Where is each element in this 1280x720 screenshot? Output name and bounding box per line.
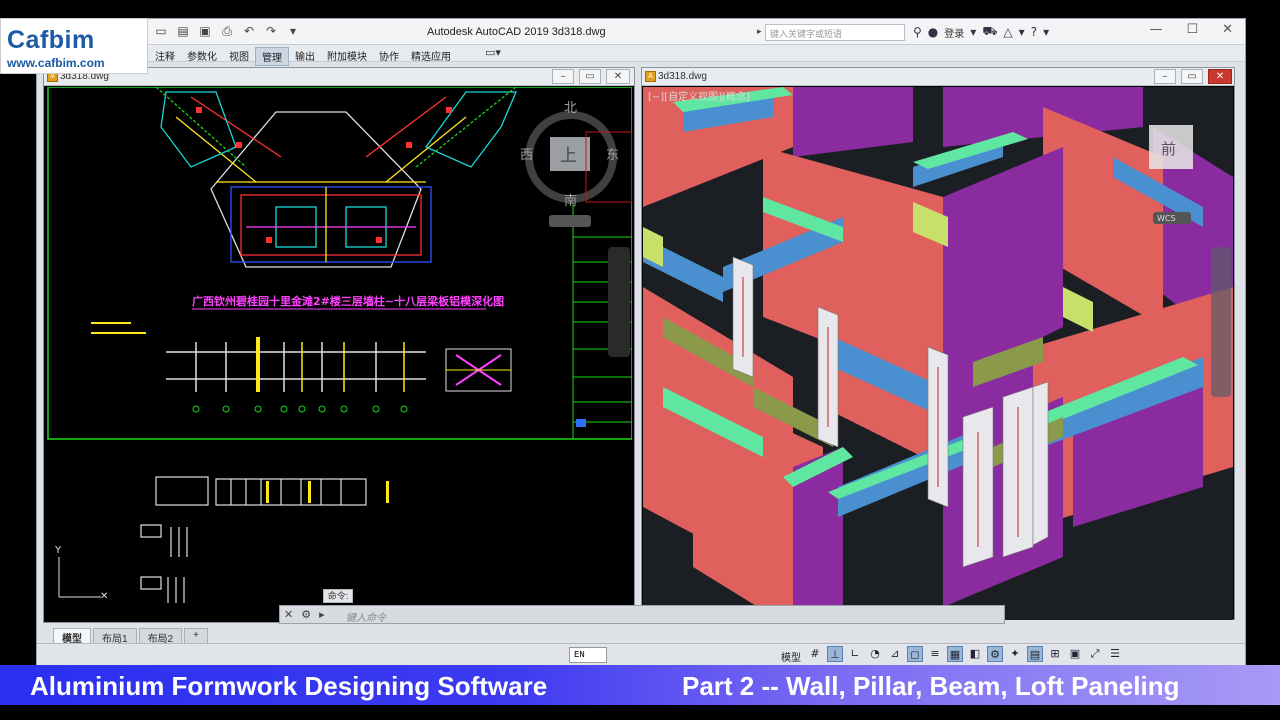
left-close-button[interactable]: ✕ (606, 69, 630, 84)
right-window-titlebar: A 3d318.dwg – ▭ ✕ (642, 68, 1234, 86)
right-drawing-window: A 3d318.dwg – ▭ ✕ [−][自定义视图][概念] 前 WCS (641, 67, 1235, 620)
command-buttons: ✕ ⚙ ▸ (284, 608, 325, 621)
lineweight-icon[interactable]: ≡ (927, 646, 943, 662)
banner-left-text: Aluminium Formwork Designing Software (30, 671, 548, 701)
snap-icon[interactable]: ⊥ (827, 646, 843, 662)
banner-right-text: Part 2 -- Wall, Pillar, Beam, Loft Panel… (682, 671, 1180, 701)
dropdown-icon[interactable]: ▾ (1019, 25, 1025, 39)
logo-name: Cafbim (7, 26, 95, 54)
open-file-icon[interactable]: ▤ (175, 23, 191, 39)
model-space-toggle[interactable]: 模型 (781, 649, 801, 664)
tab-featured-apps[interactable]: 精选应用 (405, 47, 457, 66)
ucs-y-label: Y (54, 545, 62, 556)
a360-icon[interactable]: △ (1003, 25, 1012, 39)
qat-dropdown-icon[interactable]: ▾ (285, 23, 301, 39)
customize-icon[interactable]: ⚙ (301, 608, 311, 621)
close-command-icon[interactable]: ✕ (284, 608, 293, 621)
help-icon[interactable]: ? (1031, 25, 1037, 39)
compass-north[interactable]: 北 (564, 101, 577, 116)
search-expand-icon[interactable]: ▸ (757, 26, 762, 37)
command-prompt-icon[interactable]: ▸ (319, 608, 325, 621)
customize-menu-icon[interactable]: ☰ (1107, 646, 1123, 662)
tab-output[interactable]: 输出 (289, 47, 321, 66)
user-icon[interactable]: ● (928, 25, 938, 39)
cart-icon[interactable]: ⛟ (982, 24, 997, 40)
transparency-icon[interactable]: ◧ (967, 646, 983, 662)
viewcube-top-label: 上 (560, 146, 577, 166)
status-bar: EN 模型 # ⊥ ∟ ◔ ⊿ ◻ ≡ ▦ ◧ ⚙ ✦ ▤ ⊞ ▣ ⤢ ☰ (37, 643, 1245, 665)
viewport-label[interactable]: [−][自定义视图][概念] (648, 90, 750, 103)
save-icon[interactable]: ▣ (197, 23, 213, 39)
close-button[interactable]: ✕ (1222, 22, 1233, 37)
command-input[interactable]: 键入命令 (346, 609, 386, 624)
ribbon-tabs: 注释 参数化 视图 管理 输出 附加模块 协作 精选应用 (149, 47, 457, 66)
left-maximize-button[interactable]: ▭ (579, 69, 601, 84)
right-minimize-button[interactable]: – (1154, 69, 1176, 84)
tab-annotate[interactable]: 注释 (149, 47, 181, 66)
minimize-button[interactable]: — (1149, 22, 1162, 37)
tab-addins[interactable]: 附加模块 (321, 47, 373, 66)
svg-text:✕: ✕ (100, 591, 108, 602)
quick-access-toolbar: ▭ ▤ ▣ ⎙ ↶ ↷ ▾ (153, 23, 301, 39)
tab-manage[interactable]: 管理 (255, 47, 289, 66)
left-minimize-button[interactable]: – (552, 69, 574, 84)
navigation-bar[interactable] (1211, 247, 1231, 397)
tab-parametric[interactable]: 参数化 (181, 47, 223, 66)
autocad-window: ▭ ▤ ▣ ⎙ ↶ ↷ ▾ Autodesk AutoCAD 2019 3d31… (36, 18, 1246, 665)
redo-icon[interactable]: ↷ (263, 23, 279, 39)
right-3d-canvas[interactable]: [−][自定义视图][概念] 前 WCS (643, 87, 1233, 620)
command-history: 命令: (323, 589, 353, 603)
cafbim-logo: Cafbim www.cafbim.com (0, 18, 148, 74)
right-close-button[interactable]: ✕ (1208, 69, 1232, 84)
command-line[interactable]: ✕ ⚙ ▸ 键入命令 (279, 605, 1005, 624)
maximize-button[interactable]: ☐ (1186, 22, 1198, 37)
left-drawing-window: A 3d318.dwg – ▭ ✕ 广西钦州碧桂园十里金滩2#楼三层墙柱~十八层… (43, 67, 635, 623)
ime-indicator[interactable]: EN (569, 647, 607, 663)
viewcube-face: 前 (1161, 140, 1176, 158)
tab-collaborate[interactable]: 协作 (373, 47, 405, 66)
drawing-title: 广西钦州碧桂园十里金滩2#楼三层墙柱~十八层梁板铝模深化图 (192, 294, 504, 308)
video-banner: Aluminium Formwork Designing Software Pa… (0, 665, 1280, 705)
login-button[interactable]: 登录 (944, 25, 964, 40)
grid-icon[interactable]: # (807, 646, 823, 662)
logo-url: www.cafbim.com (7, 56, 105, 70)
print-icon[interactable]: ⎙ (219, 23, 235, 39)
ui-lock-icon[interactable]: ▤ (1027, 646, 1043, 662)
navigation-bar[interactable] (608, 247, 630, 357)
title-bar: ▭ ▤ ▣ ⎙ ↶ ↷ ▾ Autodesk AutoCAD 2019 3d31… (37, 19, 1245, 45)
window-controls: — ☐ ✕ (1149, 22, 1233, 37)
tab-view[interactable]: 视图 (223, 47, 255, 66)
isolate-icon[interactable]: ⊞ (1047, 646, 1063, 662)
dropdown-icon[interactable]: ▾ (1043, 25, 1049, 39)
compass-east[interactable]: 东 (606, 148, 619, 163)
clean-screen-icon[interactable]: ⤢ (1087, 646, 1103, 662)
hardware-accel-icon[interactable]: ▣ (1067, 646, 1083, 662)
wcs-label: WCS (1157, 214, 1176, 223)
status-icons: # ⊥ ∟ ◔ ⊿ ◻ ≡ ▦ ◧ ⚙ ✦ ▤ ⊞ ▣ ⤢ ☰ (807, 646, 1123, 662)
app-title: Autodesk AutoCAD 2019 3d318.dwg (427, 26, 606, 38)
left-drawing-canvas[interactable]: 广西钦州碧桂园十里金滩2#楼三层墙柱~十八层梁板铝模深化图 北 南 西 东 上 … (46, 87, 632, 603)
right-window-title: 3d318.dwg (658, 71, 707, 82)
dwg-file-icon: A (645, 71, 656, 82)
ribbon: 注释 参数化 视图 管理 输出 附加模块 协作 精选应用 ▭▾ (37, 45, 1245, 66)
binoculars-icon[interactable]: ⚲ (913, 25, 922, 39)
title-bar-right: ⚲ ● 登录 ▾ ⛟ △ ▾ ? ▾ (913, 24, 1049, 40)
dropdown-icon[interactable]: ▾ (970, 25, 976, 39)
compass-west[interactable]: 西 (520, 148, 533, 163)
object-snap-icon[interactable]: ◻ (907, 646, 923, 662)
ucs-menu-button[interactable] (549, 215, 591, 227)
polar-icon[interactable]: ◔ (867, 646, 883, 662)
annotation-scale-icon[interactable]: ⚙ (987, 646, 1003, 662)
search-input[interactable]: 键入关键字或短语 (765, 24, 905, 41)
ribbon-toggle-icon[interactable]: ▭▾ (485, 46, 501, 59)
isodraft-icon[interactable]: ⊿ (887, 646, 903, 662)
workspace-icon[interactable]: ✦ (1007, 646, 1023, 662)
right-maximize-button[interactable]: ▭ (1181, 69, 1203, 84)
ortho-icon[interactable]: ∟ (847, 646, 863, 662)
selection-cycling-icon[interactable]: ▦ (947, 646, 963, 662)
new-file-icon[interactable]: ▭ (153, 23, 169, 39)
compass-south[interactable]: 南 (564, 193, 577, 209)
undo-icon[interactable]: ↶ (241, 23, 257, 39)
screen: ▭ ▤ ▣ ⎙ ↶ ↷ ▾ Autodesk AutoCAD 2019 3d31… (0, 0, 1280, 720)
